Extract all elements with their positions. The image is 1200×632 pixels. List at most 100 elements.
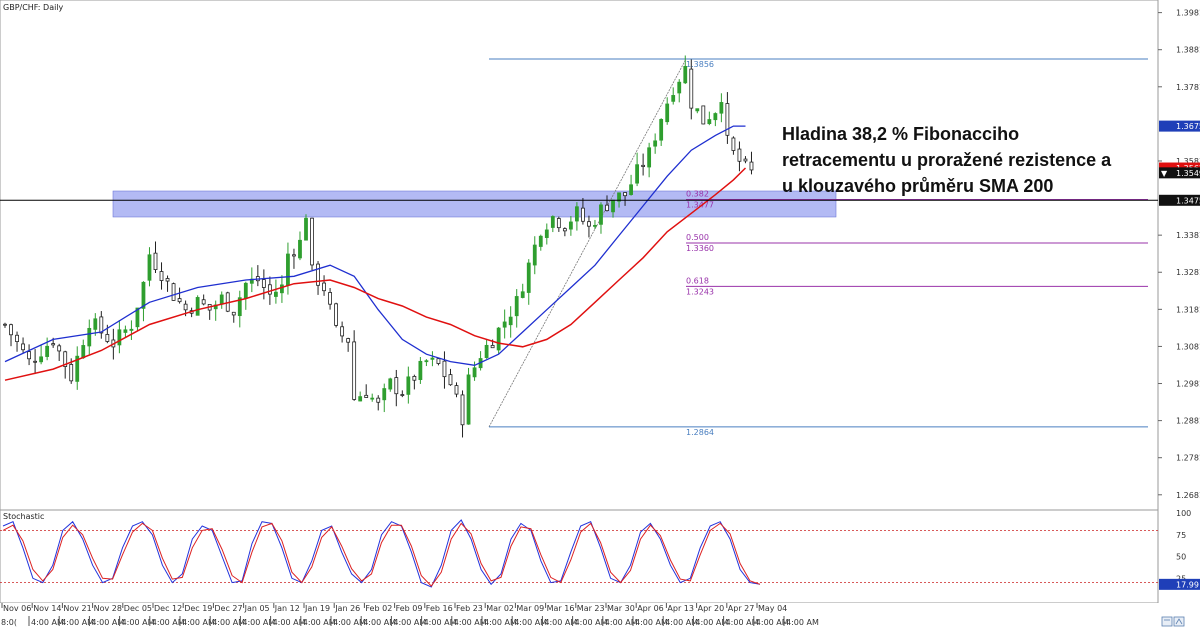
candle-body [141, 281, 146, 309]
candle-body [346, 338, 351, 343]
main-pane[interactable] [0, 0, 1159, 511]
price-marker: 1.3675 [1159, 120, 1200, 132]
date-tick-label: Feb 09 [396, 604, 423, 613]
date-tick-label: Feb 02 [365, 604, 392, 613]
candle-body [731, 137, 736, 151]
candle-body [87, 327, 92, 347]
candle-body [581, 207, 585, 222]
date-tick-label: Apr 20 [698, 604, 725, 613]
candle-body [466, 374, 471, 425]
stochastic-settings-icon[interactable] [1161, 616, 1173, 627]
candle-body [298, 239, 302, 259]
candle-body [496, 327, 501, 351]
candle-body [394, 377, 399, 395]
candle-body [195, 297, 200, 316]
candle-body [376, 397, 381, 403]
candle-body [689, 68, 694, 109]
candle [466, 367, 471, 425]
candle-body [725, 103, 730, 136]
candle-body [316, 263, 320, 286]
time-left-label: 8:0( [1, 618, 17, 627]
date-tick-label: Mar 30 [607, 604, 635, 613]
candle-body [490, 345, 495, 349]
candle-body [93, 318, 98, 330]
candle-body [701, 105, 706, 125]
candle-body [532, 244, 537, 266]
candle-body [304, 217, 308, 241]
date-tick-label: Feb 16 [426, 604, 453, 613]
candle-body [677, 81, 682, 94]
price-marker-label: 1.3549 [1176, 169, 1200, 178]
candle-body [749, 161, 754, 171]
price-tick-label: 1.3081 [1176, 342, 1200, 351]
candle-body [219, 294, 224, 305]
fib-value-label-0.500: 1.3360 [686, 244, 714, 253]
date-tick-label: Apr 13 [667, 604, 694, 613]
candle-body [364, 394, 369, 398]
candle-body [201, 299, 206, 305]
date-tick-label: Dec 27 [214, 604, 242, 613]
date-tick-label: Nov 06 [3, 604, 31, 613]
fib-value-label-0.618: 1.3243 [686, 287, 714, 296]
candle-body [45, 345, 50, 357]
date-tick-label: Nov 28 [94, 604, 122, 613]
price-tick-label: 1.2681 [1176, 491, 1200, 500]
candle-body [99, 316, 104, 334]
candle-body [743, 158, 748, 162]
candle-body [508, 316, 513, 326]
date-tick-label: Jan 19 [304, 604, 330, 613]
candle-body [243, 282, 248, 299]
candle-body [69, 364, 74, 382]
candle-body [719, 102, 724, 114]
candle-body [310, 217, 314, 266]
candle-body [544, 229, 549, 238]
candle [304, 214, 308, 241]
candle-body [358, 396, 363, 402]
time-tick-label: 4:00 AM [786, 618, 819, 627]
candle-body [653, 140, 658, 147]
candle-body [33, 360, 37, 363]
candle-body [520, 291, 525, 298]
chart-title: GBP/CHF: Daily [3, 3, 64, 12]
price-tick-label: 1.2881 [1176, 417, 1200, 426]
stochastic-pane[interactable] [0, 509, 1159, 604]
candle-body [707, 119, 712, 125]
date-tick-label: Apr 27 [728, 604, 755, 613]
candle-body [460, 394, 465, 426]
date-tick-label: Dec 12 [154, 604, 182, 613]
candle [310, 217, 314, 270]
candle-body [177, 298, 182, 303]
candle-body [382, 388, 387, 401]
candle-body [562, 228, 567, 232]
price-tick-label: 1.3381 [1176, 231, 1200, 240]
date-tick-label: Jan 05 [244, 604, 270, 613]
candle-body [454, 385, 459, 395]
price-marker: 1.3549 ▼ [1159, 167, 1200, 179]
candle-body [334, 303, 339, 326]
candle-body [129, 328, 134, 331]
chart-mode-icon[interactable] [1173, 616, 1185, 627]
candle-body [267, 284, 272, 295]
stochastic-tick-label: 50 [1176, 553, 1186, 562]
date-tick-label: Feb 23 [456, 604, 483, 613]
candle [171, 282, 176, 301]
fib-ratio-label-0.500: 0.500 [686, 233, 709, 242]
candle-body [647, 147, 652, 168]
candle-body [424, 360, 429, 363]
candle-body [165, 278, 170, 282]
candle-body [352, 341, 357, 400]
candle-body [713, 113, 718, 121]
candle-body [406, 376, 411, 395]
annotation-line-2: retracementu u proražené rezistence a [782, 150, 1112, 170]
date-tick-label: Apr 06 [637, 604, 664, 613]
candle-body [442, 360, 447, 378]
candle-body [599, 204, 603, 225]
date-tick-label: Mar 16 [547, 604, 575, 613]
candle-body [623, 192, 627, 197]
candle-body [671, 95, 676, 102]
candle-body [340, 326, 345, 337]
candle [195, 295, 200, 316]
candle-body [611, 199, 615, 213]
price-tick-label: 1.3781 [1176, 83, 1200, 92]
candle-body [593, 224, 597, 227]
